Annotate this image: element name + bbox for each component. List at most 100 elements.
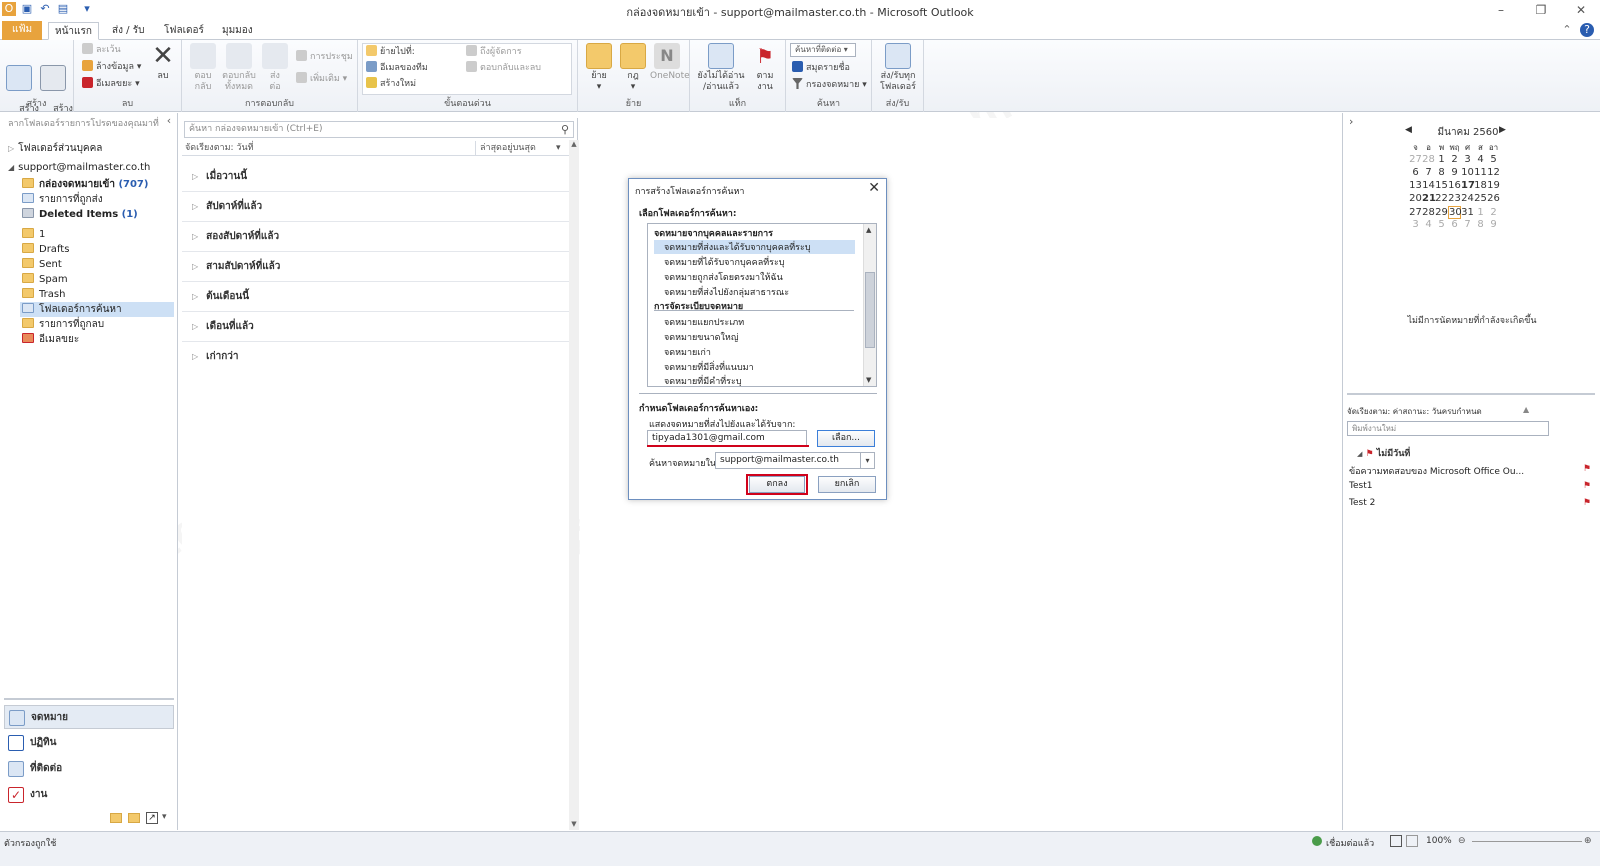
cleanup-button[interactable]: ล้างข้อมูล ▾ — [82, 60, 141, 74]
new-task-input[interactable]: พิมพ์งานใหม่ — [1347, 421, 1549, 436]
delete-button[interactable]: ✕ ลบ — [146, 43, 180, 82]
calendar-day[interactable]: 16 — [1448, 180, 1461, 191]
calendar-day[interactable]: 21 — [1422, 193, 1436, 204]
search-folder-option[interactable]: จดหมายที่ได้รับจากบุคคลที่ระบุ — [664, 255, 785, 269]
shortcuts-icon[interactable]: ↗ — [146, 812, 158, 824]
folder-sent[interactable]: Sent — [22, 257, 62, 272]
calendar-day[interactable]: 4 — [1422, 219, 1435, 230]
followup-button[interactable]: ⚑ ตาม งาน — [748, 43, 782, 93]
reply-delete-button[interactable]: ตอบกลับและลบ — [466, 61, 541, 75]
calendar-day[interactable]: 5 — [1435, 219, 1448, 230]
nav-splitter[interactable] — [4, 698, 174, 700]
ignore-button[interactable]: ละเว้น — [82, 43, 121, 57]
collapse-nav-icon[interactable]: ‹ — [162, 114, 176, 128]
forward-button[interactable]: ส่ง ต่อ — [258, 43, 292, 93]
calendar-day[interactable]: 27 — [1409, 207, 1422, 218]
calendar-day[interactable]: 31 — [1461, 207, 1474, 218]
expand-group-icon[interactable]: ▷ — [192, 172, 198, 181]
calendar-day[interactable]: 19 — [1487, 180, 1500, 191]
expand-group-icon[interactable]: ▷ — [192, 352, 198, 361]
normal-view-icon[interactable] — [1390, 835, 1402, 847]
calendar-day[interactable]: 10 — [1461, 167, 1474, 178]
scroll-thumb[interactable] — [865, 272, 875, 348]
calendar-day[interactable]: 26 — [1487, 193, 1500, 204]
chevron-down-icon[interactable]: ▾ — [860, 453, 874, 468]
scroll-up-icon[interactable]: ▲ — [569, 140, 579, 150]
calendar-day[interactable]: 18 — [1474, 180, 1487, 191]
calendar-day[interactable]: 25 — [1474, 193, 1487, 204]
calendar-day[interactable]: 1 — [1435, 154, 1448, 165]
search-folder-option[interactable]: จดหมายแยกประเภท — [664, 315, 744, 329]
todo-splitter[interactable] — [1347, 393, 1595, 395]
zoom-in-icon[interactable]: ⊕ — [1584, 836, 1592, 846]
calendar-day[interactable]: 2 — [1448, 154, 1461, 165]
unread-read-button[interactable]: ยังไม่ได้อ่าน /อ่านแล้ว — [696, 43, 746, 93]
task-flag-icon[interactable]: ⚑ — [1583, 498, 1591, 508]
folder-sent-items[interactable]: รายการที่ถูกส่ง — [22, 192, 103, 207]
filter-email-button[interactable]: กรองจดหมาย ▾ — [792, 78, 867, 92]
calendar-day[interactable]: 3 — [1409, 219, 1422, 230]
date-group-older[interactable]: ▷ เก่ากว่า — [182, 342, 570, 372]
expand-group-icon[interactable]: ▷ — [192, 292, 198, 301]
search-icon[interactable]: ⚲ — [561, 122, 569, 137]
calendar-day[interactable]: 28 — [1422, 207, 1435, 218]
search-folder-option[interactable]: จดหมายที่ส่งไปยังกลุ่มสาธารณะ — [664, 285, 789, 299]
folder-deleted-items[interactable]: Deleted Items (1) — [22, 207, 138, 222]
folder-list-icon[interactable] — [128, 813, 140, 823]
meeting-button[interactable]: การประชุม — [296, 50, 353, 64]
find-contact-field[interactable]: ค้นหาที่ติดต่อ ▾ — [790, 43, 856, 57]
calendar-day[interactable]: 12 — [1487, 167, 1500, 178]
calendar-day[interactable]: 20 — [1409, 193, 1422, 204]
minimize-icon[interactable]: – — [1490, 2, 1512, 18]
scroll-down-icon[interactable]: ▼ — [569, 820, 579, 830]
task-item[interactable]: Test1 ⚑ — [1349, 481, 1593, 491]
search-folder-option[interactable]: จดหมายเก่า — [664, 345, 711, 359]
close-icon[interactable]: ✕ — [868, 180, 880, 196]
calendar-day[interactable]: 13 — [1409, 180, 1422, 191]
listbox-scrollbar[interactable]: ▲ ▼ — [863, 224, 876, 386]
folder-trash[interactable]: Trash — [22, 287, 65, 302]
calendar-day[interactable]: 17 — [1461, 180, 1475, 191]
tab-home[interactable]: หน้าแรก — [48, 22, 99, 40]
calendar-day[interactable]: 5 — [1487, 154, 1500, 165]
restore-icon[interactable]: ❐ — [1530, 2, 1552, 18]
calendar-day[interactable]: 24 — [1461, 193, 1474, 204]
search-input[interactable]: ค้นหา กล่องจดหมายเข้า (Ctrl+E) ⚲ — [184, 121, 574, 138]
collapse-group-icon[interactable]: ◢ — [1357, 450, 1362, 458]
choose-button[interactable]: เลือก... — [817, 430, 875, 447]
list-scrollbar[interactable]: ▲ ▼ — [569, 140, 579, 830]
sort-order-label[interactable]: ล่าสุดอยู่บนสุด — [475, 141, 536, 156]
task-flag-icon[interactable]: ⚑ — [1583, 464, 1591, 474]
search-folder-option[interactable]: จดหมายถูกส่งโดยตรงมาให้ฉัน — [664, 270, 783, 284]
zoom-level-text[interactable]: 100% — [1426, 836, 1452, 846]
onenote-button[interactable]: N OneNote — [650, 43, 690, 82]
move-button[interactable]: ย้าย ▾ — [582, 43, 616, 93]
calendar-day[interactable]: 7 — [1461, 219, 1474, 230]
help-icon[interactable]: ? — [1580, 23, 1594, 37]
nav-tasks-button[interactable]: ✓ งาน — [4, 783, 174, 807]
calendar-day[interactable]: 28 — [1422, 154, 1435, 165]
date-group-early-month[interactable]: ▷ ต้นเดือนนี้ — [182, 282, 570, 312]
calendar-day[interactable]: 1 — [1474, 207, 1487, 218]
arrange-by-label[interactable]: จัดเรียงตาม: วันที่ — [185, 143, 254, 153]
folder-deleted-list[interactable]: รายการที่ถูกลบ — [22, 317, 104, 332]
tab-view[interactable]: มุมมอง — [216, 22, 259, 40]
date-group-last-week[interactable]: ▷ สัปดาห์ที่แล้ว — [182, 192, 570, 222]
folder-drafts[interactable]: Drafts — [22, 242, 69, 257]
minimize-ribbon-icon[interactable]: ⌃ — [1560, 23, 1574, 37]
create-new-button[interactable]: สร้างใหม่ — [366, 77, 416, 91]
to-manager-button[interactable]: ถึงผู้จัดการ — [466, 45, 522, 59]
nav-mail-button[interactable]: จดหมาย — [4, 705, 174, 729]
address-book-button[interactable]: สมุดรายชื่อ — [792, 61, 850, 75]
nav-calendar-button[interactable]: ปฏิทิน — [4, 731, 174, 755]
folder-1[interactable]: 1 — [22, 227, 45, 242]
reply-button[interactable]: ตอบ กลับ — [186, 43, 220, 93]
close-window-icon[interactable]: ✕ — [1570, 2, 1592, 18]
folder-search-folders[interactable]: โฟลเดอร์การค้นหา — [20, 302, 174, 317]
calendar-day[interactable]: 23 — [1448, 193, 1461, 204]
calendar-day[interactable]: 14 — [1422, 180, 1435, 191]
calendar-day[interactable]: 8 — [1474, 219, 1487, 230]
cancel-button[interactable]: ยกเลิก — [818, 476, 876, 493]
sort-order-chevron-icon[interactable]: ▾ — [556, 141, 561, 156]
calendar-day[interactable]: 11 — [1474, 167, 1487, 178]
